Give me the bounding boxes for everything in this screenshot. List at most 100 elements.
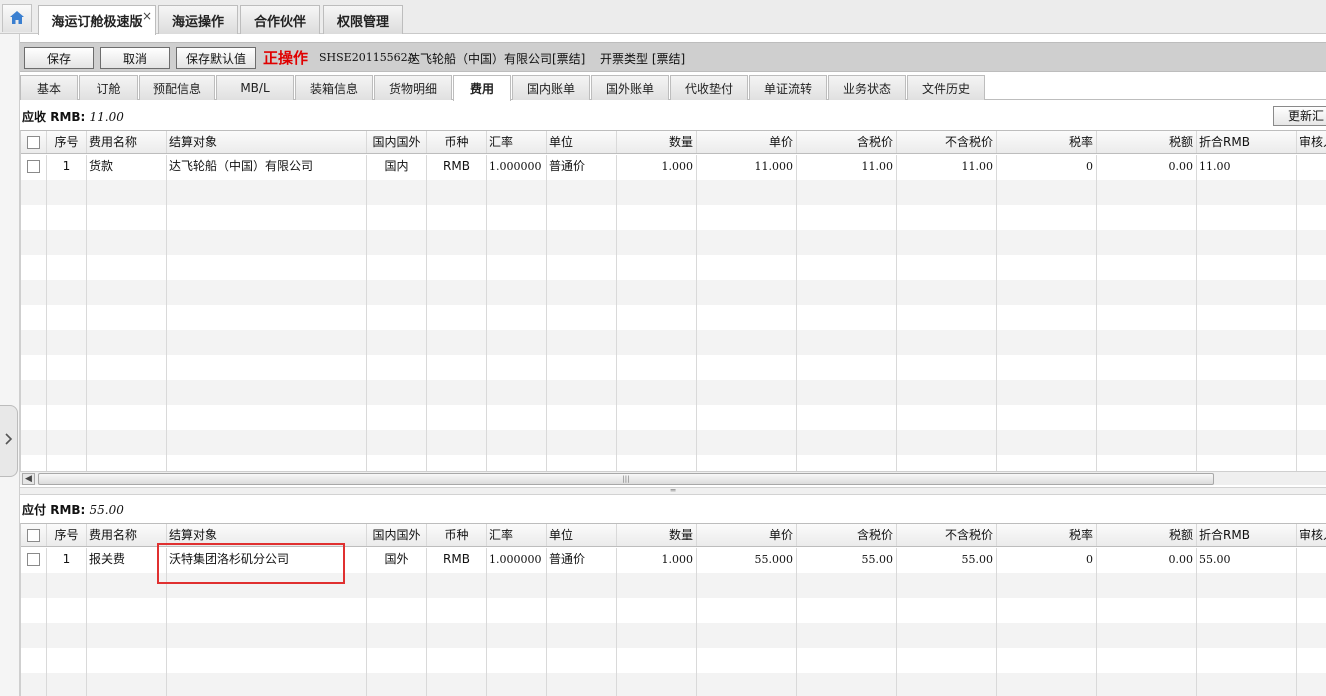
row-checkbox[interactable]: [21, 548, 47, 573]
cell-tax-excluded-price: [897, 205, 997, 230]
tab-business-status[interactable]: 业务状态: [828, 75, 906, 100]
top-tab-partners[interactable]: 合作伙伴: [240, 5, 320, 34]
cell-unit: [547, 430, 617, 455]
cell-settlement-party: [167, 305, 367, 330]
cell-row-no: [47, 455, 87, 471]
cell-row-no: [47, 180, 87, 205]
cell-quantity: [617, 648, 697, 673]
column-header-currency[interactable]: 币种: [427, 524, 487, 546]
column-header-rmb-equivalent[interactable]: 折合RMB: [1197, 131, 1297, 153]
cell-row-no: [47, 623, 87, 648]
tab-preallocation[interactable]: 预配信息: [139, 75, 215, 100]
top-tab-permissions[interactable]: 权限管理: [323, 5, 403, 34]
cell-unit-price: [697, 598, 797, 623]
cell-fee-name: [87, 430, 167, 455]
cell-exchange-rate: 1.000000: [487, 155, 547, 180]
table-row: [21, 230, 1326, 255]
save-default-button[interactable]: 保存默认值: [176, 47, 256, 69]
column-header-tax-included-price[interactable]: 含税价: [797, 131, 897, 153]
column-header-row-no[interactable]: 序号: [47, 524, 87, 546]
column-header-fee-name[interactable]: 费用名称: [87, 524, 167, 546]
column-header-row-no[interactable]: 序号: [47, 131, 87, 153]
cell-tax-included-price: [797, 305, 897, 330]
cell-row-no: [47, 598, 87, 623]
column-header-tax-amount[interactable]: 税额: [1097, 524, 1197, 546]
table-row[interactable]: 1 货款 达飞轮船（中国）有限公司 国内 RMB 1.000000 普通价 1.000 11.0…: [21, 155, 1326, 180]
cell-row-no: [47, 280, 87, 305]
cancel-button[interactable]: 取消: [100, 47, 170, 69]
sidebar-expand-handle[interactable]: [0, 405, 18, 477]
cell-tax-excluded-price: [897, 380, 997, 405]
column-header-unit-price[interactable]: 单价: [697, 524, 797, 546]
cell-unit: [547, 405, 617, 430]
tab-document-flow[interactable]: 单证流转: [749, 75, 827, 100]
column-header-quantity[interactable]: 数量: [617, 524, 697, 546]
column-header-unit[interactable]: 单位: [547, 131, 617, 153]
tab-domestic-bill[interactable]: 国内账单: [512, 75, 590, 100]
column-header-quantity[interactable]: 数量: [617, 131, 697, 153]
tab-fees[interactable]: 费用: [453, 75, 511, 101]
cell-fee-name: [87, 648, 167, 673]
cell-tax-included-price: [797, 280, 897, 305]
column-header-unit[interactable]: 单位: [547, 524, 617, 546]
cell-auditor: [1297, 330, 1326, 355]
column-header-tax-rate[interactable]: 税率: [997, 524, 1097, 546]
cell-region: [367, 598, 427, 623]
cell-tax-rate: [997, 255, 1097, 280]
column-header-fee-name[interactable]: 费用名称: [87, 131, 167, 153]
cell-tax-included-price: [797, 573, 897, 598]
cell-row-no: [47, 230, 87, 255]
save-button[interactable]: 保存: [24, 47, 94, 69]
top-tab-sea-booking[interactable]: 海运订舱极速版 ×: [38, 5, 156, 35]
tab-basic[interactable]: 基本: [20, 75, 78, 100]
top-tab-sea-operation[interactable]: 海运操作: [158, 5, 238, 34]
cell-tax-excluded-price: [897, 455, 997, 471]
select-all-checkbox[interactable]: [21, 131, 47, 153]
column-header-auditor[interactable]: 审核人: [1297, 524, 1326, 546]
column-header-exchange-rate[interactable]: 汇率: [487, 131, 547, 153]
cell-unit: [547, 205, 617, 230]
tab-container-info[interactable]: 装箱信息: [295, 75, 373, 100]
tab-foreign-bill[interactable]: 国外账单: [591, 75, 669, 100]
cell-region: 国内: [367, 155, 427, 180]
cell-rmb-equivalent: 11.00: [1197, 155, 1297, 180]
tab-booking[interactable]: 订舱: [79, 75, 138, 100]
column-header-exchange-rate[interactable]: 汇率: [487, 524, 547, 546]
column-header-region[interactable]: 国内国外: [367, 524, 427, 546]
cell-region: [367, 355, 427, 380]
tab-collection-advance[interactable]: 代收垫付: [670, 75, 748, 100]
tab-file-history[interactable]: 文件历史: [907, 75, 985, 100]
cell-fee-name: [87, 180, 167, 205]
column-header-unit-price[interactable]: 单价: [697, 131, 797, 153]
column-header-tax-excluded-price[interactable]: 不含税价: [897, 131, 997, 153]
panel-splitter[interactable]: ═: [20, 487, 1326, 495]
tab-cargo-details[interactable]: 货物明细: [374, 75, 452, 100]
select-all-checkbox[interactable]: [21, 524, 47, 546]
arrow-left-icon[interactable]: ◀: [22, 473, 35, 485]
column-header-currency[interactable]: 币种: [427, 131, 487, 153]
cell-tax-rate: [997, 180, 1097, 205]
cell-rmb-equivalent: [1197, 430, 1297, 455]
table-row: [21, 355, 1326, 380]
cell-settlement-party: [167, 648, 367, 673]
column-header-tax-amount[interactable]: 税额: [1097, 131, 1197, 153]
column-header-region[interactable]: 国内国外: [367, 131, 427, 153]
payable-currency: RMB:: [50, 503, 86, 517]
row-checkbox[interactable]: [21, 155, 47, 180]
column-header-auditor[interactable]: 审核人: [1297, 131, 1326, 153]
cell-tax-included-price: 55.00: [797, 548, 897, 573]
cell-unit-price: [697, 255, 797, 280]
update-rate-button[interactable]: 更新汇: [1273, 106, 1326, 126]
tab-mbl[interactable]: MB/L: [216, 75, 294, 100]
close-icon[interactable]: ×: [142, 9, 152, 23]
cell-select: [21, 205, 47, 230]
horizontal-scrollbar[interactable]: ◀ |||: [20, 471, 1326, 485]
column-header-rmb-equivalent[interactable]: 折合RMB: [1197, 524, 1297, 546]
scrollbar-thumb[interactable]: |||: [38, 473, 1214, 485]
column-header-settlement-party[interactable]: 结算对象: [167, 131, 367, 153]
home-button[interactable]: [2, 4, 32, 32]
column-header-tax-rate[interactable]: 税率: [997, 131, 1097, 153]
column-header-tax-included-price[interactable]: 含税价: [797, 524, 897, 546]
column-header-tax-excluded-price[interactable]: 不含税价: [897, 524, 997, 546]
cell-region: [367, 380, 427, 405]
